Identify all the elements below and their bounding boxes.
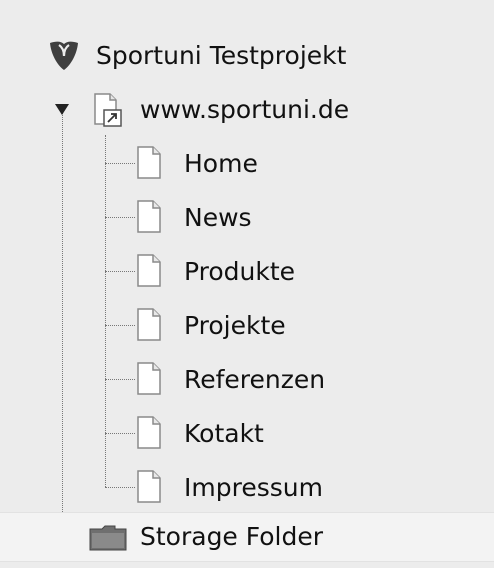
page-icon: [137, 308, 161, 341]
page-label: Impressum: [184, 472, 323, 502]
tree-page-item[interactable]: Home: [0, 138, 494, 188]
folder-icon: [89, 525, 127, 551]
page-label: Projekte: [184, 310, 286, 340]
site-page-icon: [94, 93, 122, 127]
tree-connector-line: [105, 217, 135, 218]
typo3-logo-icon: [50, 41, 78, 70]
tree-root[interactable]: Sportuni Testprojekt: [0, 30, 494, 80]
page-label: Kotakt: [184, 418, 264, 448]
tree-page-item[interactable]: Kotakt: [0, 408, 494, 458]
tree-page-item[interactable]: Referenzen: [0, 354, 494, 404]
tree-connector-line: [105, 487, 135, 488]
tree-page-item[interactable]: Produkte: [0, 246, 494, 296]
folder-label: Storage Folder: [140, 521, 324, 551]
page-label: Referenzen: [184, 364, 326, 394]
page-label: Home: [184, 148, 258, 178]
tree-connector-line: [105, 433, 135, 434]
tree-connector-line: [105, 325, 135, 326]
tree-storage-folder[interactable]: Storage Folder: [0, 511, 494, 561]
tree-page-item[interactable]: Impressum: [0, 462, 494, 512]
collapse-arrow-icon[interactable]: [54, 102, 70, 116]
tree-site[interactable]: www.sportuni.de: [0, 84, 494, 134]
page-icon: [137, 146, 161, 179]
tree-connector-line: [105, 271, 135, 272]
page-icon: [137, 362, 161, 395]
page-label: News: [184, 202, 252, 232]
tree-page-item[interactable]: Projekte: [0, 300, 494, 350]
root-label: Sportuni Testprojekt: [96, 40, 347, 70]
tree-connector-line: [105, 163, 135, 164]
page-label: Produkte: [184, 256, 296, 286]
page-icon: [137, 416, 161, 449]
page-icon: [137, 470, 161, 503]
page-icon: [137, 200, 161, 233]
page-icon: [137, 254, 161, 287]
tree-connector-line: [105, 379, 135, 380]
tree-page-item[interactable]: News: [0, 192, 494, 242]
site-label: www.sportuni.de: [140, 94, 350, 124]
